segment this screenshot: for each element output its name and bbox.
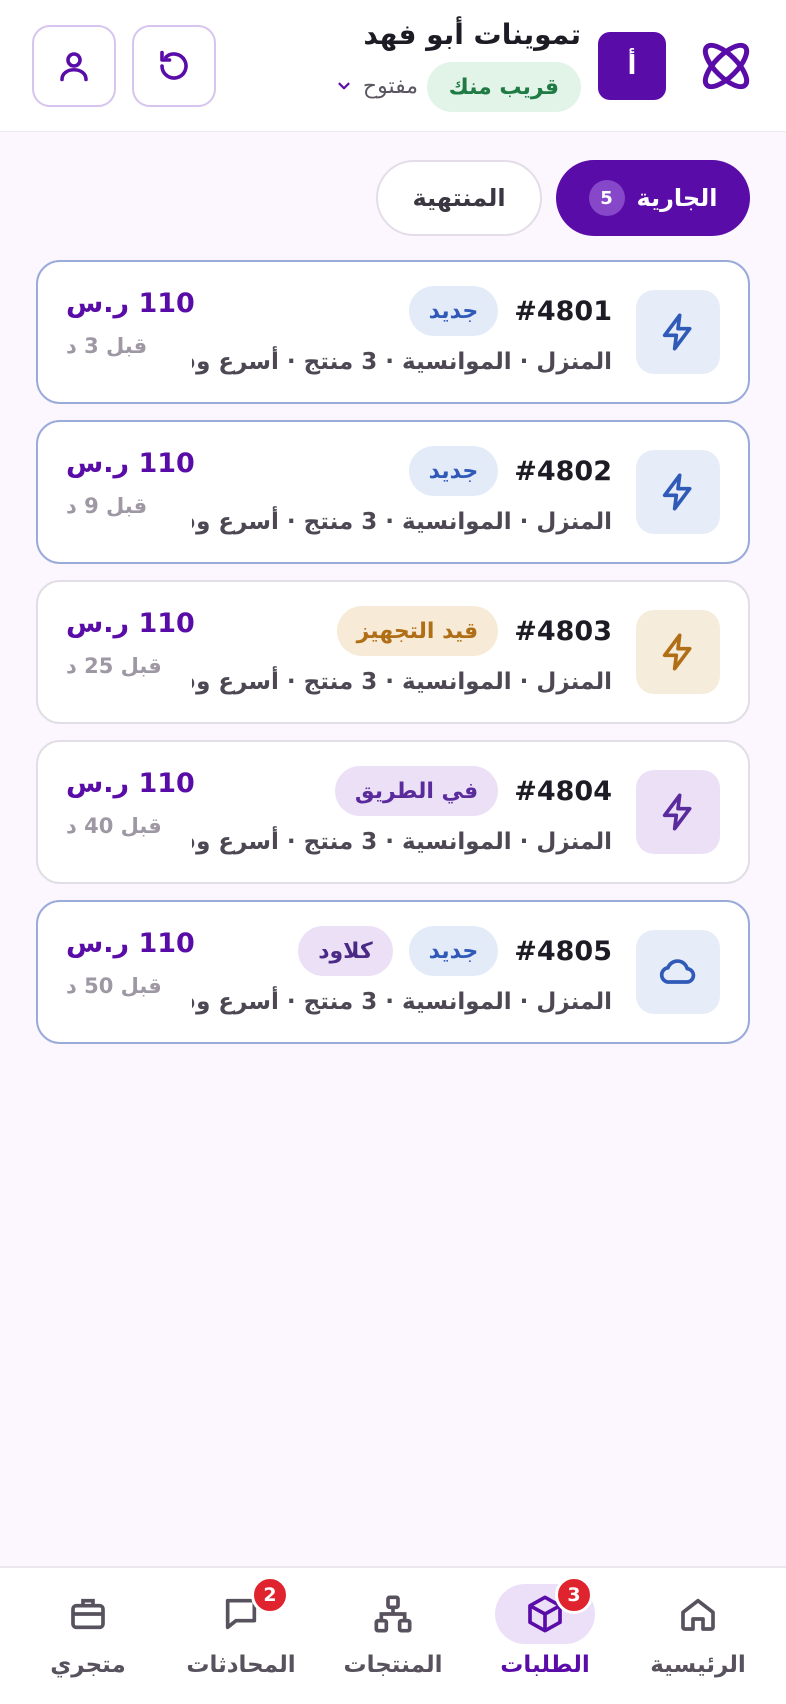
order-time: قبل 9 د bbox=[66, 494, 148, 518]
refresh-button[interactable] bbox=[132, 25, 216, 107]
refresh-icon bbox=[160, 50, 188, 80]
status-badge: قيد التجهيز bbox=[336, 606, 499, 656]
cloud-icon bbox=[659, 959, 696, 984]
orders-screen: أ تموينات أبو فهد قريب منك مفتوح الجارية… bbox=[0, 0, 786, 1704]
order-price: 110 ر.س bbox=[66, 768, 195, 799]
store-name: تموينات أبو فهد bbox=[363, 18, 581, 51]
nav-icon-container bbox=[38, 1584, 138, 1644]
order-details: المنزل · الموانسية · 3 منتج · أسرع وقت bbox=[192, 989, 612, 1015]
order-details: المنزل · الموانسية · 3 منتج · أسرع وقت bbox=[192, 509, 612, 535]
order-id: #4802 bbox=[514, 455, 612, 487]
order-card[interactable]: #4803 قيد التجهيز المنزل · الموانسية · 3… bbox=[36, 580, 750, 724]
tab-finished-label: المنتهية bbox=[412, 184, 506, 212]
order-price: 110 ر.س bbox=[66, 608, 195, 639]
near-you-badge: قريب منك bbox=[426, 62, 581, 112]
order-type-tile bbox=[636, 290, 720, 374]
order-details: المنزل · الموانسية · 3 منتج · أسرع وقت bbox=[192, 829, 612, 855]
cloud-badge: كلاود bbox=[298, 926, 393, 976]
nav-item-chats[interactable]: 2 المحادثات bbox=[171, 1576, 311, 1696]
tab-ongoing[interactable]: الجارية 5 bbox=[556, 160, 750, 236]
order-card[interactable]: #4802 جديد المنزل · الموانسية · 3 منتج ·… bbox=[36, 420, 750, 564]
nav-label-home: الرئيسية bbox=[650, 1652, 746, 1678]
nav-icon-container: 3 bbox=[495, 1576, 595, 1644]
chevron-down-icon bbox=[338, 82, 350, 90]
home-icon bbox=[681, 1598, 715, 1631]
order-details: المنزل · الموانسية · 3 منتج · أسرع وقت bbox=[192, 669, 612, 695]
app-header: أ تموينات أبو فهد قريب منك مفتوح bbox=[0, 0, 786, 132]
order-header: #4804 في الطريق bbox=[334, 766, 612, 816]
store-status-label: مفتوح bbox=[362, 73, 418, 99]
nav-label-orders: الطلبات bbox=[500, 1652, 590, 1678]
hierarchy-icon bbox=[374, 1595, 412, 1633]
status-badge: جديد bbox=[408, 286, 499, 336]
tab-ongoing-label: الجارية bbox=[636, 184, 718, 212]
tab-ongoing-count: 5 bbox=[588, 180, 625, 216]
store-status-dropdown[interactable]: مفتوح bbox=[335, 66, 418, 106]
bolt-icon bbox=[662, 793, 692, 831]
tab-finished[interactable]: المنتهية bbox=[376, 160, 542, 236]
nav-item-home[interactable]: الرئيسية bbox=[628, 1578, 768, 1696]
app-logo-icon bbox=[702, 42, 750, 90]
nav-label-store: متجري bbox=[50, 1652, 126, 1678]
nav-label-chats: المحادثات bbox=[186, 1652, 296, 1678]
user-icon bbox=[60, 52, 88, 82]
order-time: قبل 25 د bbox=[66, 654, 162, 678]
order-id: #4804 bbox=[514, 775, 612, 807]
bolt-icon bbox=[662, 633, 692, 671]
order-type-tile bbox=[636, 450, 720, 534]
status-badge: جديد bbox=[408, 926, 499, 976]
bolt-icon bbox=[662, 313, 692, 351]
nav-item-orders[interactable]: 3 الطلبات bbox=[475, 1576, 615, 1696]
order-card[interactable]: #4804 في الطريق المنزل · الموانسية · 3 م… bbox=[36, 740, 750, 884]
order-time: قبل 50 د bbox=[66, 974, 162, 998]
nav-label-products: المنتجات bbox=[343, 1652, 443, 1678]
order-header: #4803 قيد التجهيز bbox=[336, 606, 612, 656]
order-type-tile bbox=[636, 930, 720, 1014]
bottom-navigation: الرئيسية 3 الطلبات المنتجات 2 المحادثات bbox=[0, 1566, 786, 1704]
bolt-icon bbox=[662, 473, 692, 511]
orders-count-badge: 3 bbox=[555, 1576, 593, 1614]
nav-item-store[interactable]: متجري bbox=[18, 1578, 158, 1696]
order-id: #4805 bbox=[514, 935, 612, 967]
order-id: #4803 bbox=[514, 615, 612, 647]
nav-item-products[interactable]: المنتجات bbox=[323, 1578, 463, 1696]
order-price: 110 ر.س bbox=[66, 928, 195, 959]
status-badge: في الطريق bbox=[334, 766, 499, 816]
order-time: قبل 3 د bbox=[66, 334, 148, 358]
order-type-tile bbox=[636, 610, 720, 694]
nav-icon-container: 2 bbox=[191, 1576, 291, 1644]
order-card[interactable]: #4805 جديد كلاود المنزل · الموانسية · 3 … bbox=[36, 900, 750, 1044]
briefcase-icon bbox=[71, 1598, 105, 1630]
nav-icon-container bbox=[343, 1584, 443, 1644]
order-card[interactable]: #4801 جديد المنزل · الموانسية · 3 منتج ·… bbox=[36, 260, 750, 404]
nav-icon-container bbox=[648, 1584, 748, 1644]
orders-list: #4801 جديد المنزل · الموانسية · 3 منتج ·… bbox=[36, 260, 750, 1060]
order-header: #4801 جديد bbox=[408, 286, 612, 336]
order-id: #4801 bbox=[514, 295, 612, 327]
order-type-tile bbox=[636, 770, 720, 854]
order-header: #4805 جديد كلاود bbox=[298, 926, 612, 976]
order-details: المنزل · الموانسية · 3 منتج · أسرع وقت bbox=[192, 349, 612, 375]
profile-button[interactable] bbox=[32, 25, 116, 107]
chats-count-badge: 2 bbox=[251, 1576, 289, 1614]
order-header: #4802 جديد bbox=[408, 446, 612, 496]
status-badge: جديد bbox=[408, 446, 499, 496]
order-price: 110 ر.س bbox=[66, 448, 195, 479]
order-time: قبل 40 د bbox=[66, 814, 162, 838]
order-price: 110 ر.س bbox=[66, 288, 195, 319]
store-avatar[interactable]: أ bbox=[598, 32, 666, 100]
